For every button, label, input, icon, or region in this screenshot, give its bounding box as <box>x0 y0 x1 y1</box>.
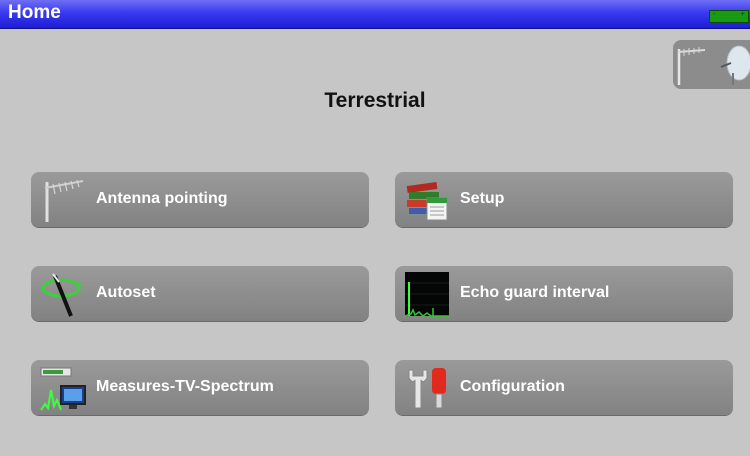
battery-icon: - + <box>709 9 749 23</box>
books-setup-icon <box>406 181 448 221</box>
measures-tv-spectrum-button[interactable]: Measures-TV-Spectrum <box>31 360 369 415</box>
antenna-pointing-button[interactable]: Antenna pointing <box>31 172 369 227</box>
title-bar: Home - + <box>0 0 750 29</box>
configuration-label: Configuration <box>460 378 565 395</box>
setup-button[interactable]: Setup <box>395 172 733 227</box>
setup-label: Setup <box>460 190 505 207</box>
antenna-icon <box>44 179 84 222</box>
antenna-pointing-label: Antenna pointing <box>96 190 228 207</box>
echo-graph-icon <box>404 272 449 317</box>
mode-switch-button[interactable] <box>673 40 750 89</box>
echo-guard-interval-button[interactable]: Echo guard interval <box>395 266 733 321</box>
page-title: Terrestrial <box>324 89 426 112</box>
satellite-dish-icon <box>720 45 750 85</box>
autoset-button[interactable]: Autoset <box>31 266 369 321</box>
autoset-label: Autoset <box>96 284 156 301</box>
measures-spectrum-icon <box>40 367 86 411</box>
echo-guard-interval-label: Echo guard interval <box>460 284 610 301</box>
window-title: Home <box>8 2 61 23</box>
configuration-button[interactable]: Configuration <box>395 360 733 415</box>
autoset-icon <box>41 273 83 317</box>
wrench-config-icon <box>408 368 446 409</box>
terrestrial-antenna-icon <box>677 47 706 85</box>
measures-tv-spectrum-label: Measures-TV-Spectrum <box>96 378 274 395</box>
